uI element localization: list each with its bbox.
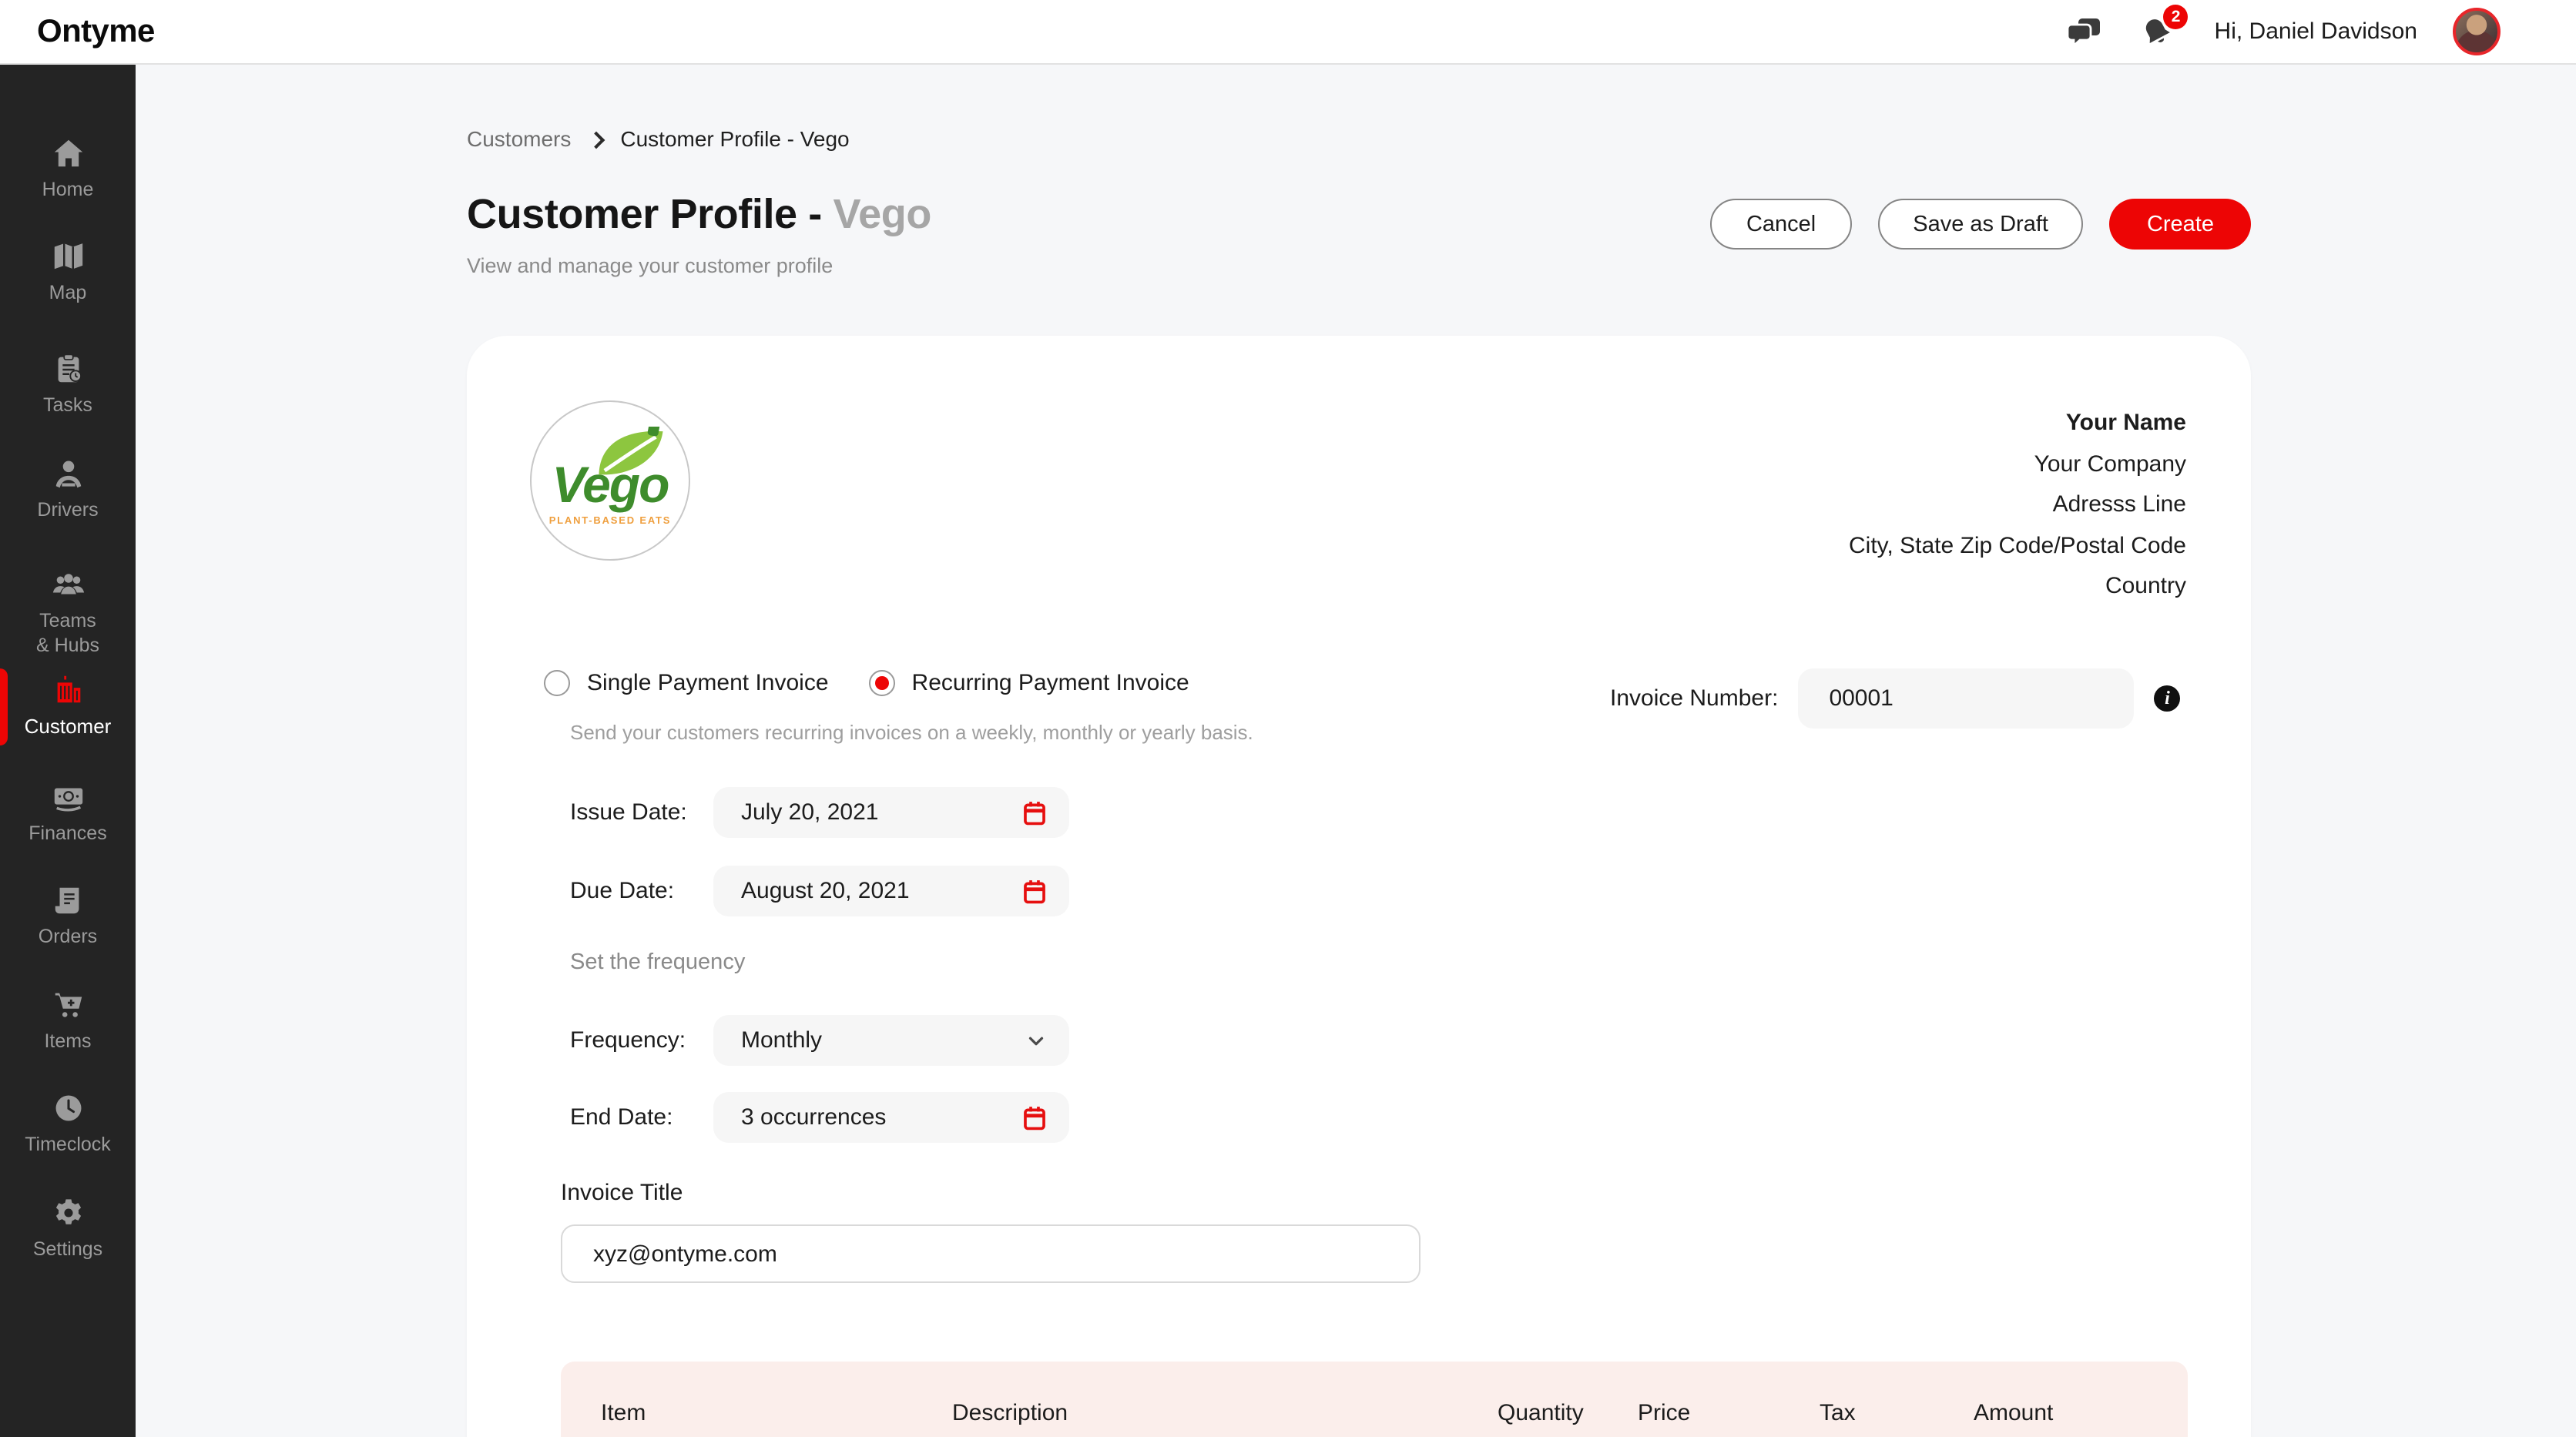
settings-icon: [50, 1195, 86, 1231]
invoice-type-options: Single Payment Invoice Recurring Payment…: [544, 670, 1189, 696]
sidebar-item-items[interactable]: Items: [0, 987, 136, 1054]
items-icon: [50, 987, 86, 1023]
calendar-icon[interactable]: [1021, 877, 1048, 905]
sidebar-item-map[interactable]: Map: [0, 239, 136, 306]
home-icon: [50, 136, 86, 171]
radio-icon-checked[interactable]: [869, 670, 895, 696]
invoice-number-label: Invoice Number:: [1610, 685, 1778, 712]
billing-city: City, State Zip Code/Postal Code: [1849, 526, 2186, 567]
tasks-icon: [50, 351, 86, 387]
billing-country: Country: [1849, 567, 2186, 608]
chat-icon[interactable]: [2067, 13, 2104, 50]
breadcrumb: Customers Customer Profile - Vego: [467, 65, 2251, 151]
items-table-header: Item Description Quantity Price Tax Amou…: [561, 1362, 2188, 1437]
sidebar-item-finances[interactable]: Finances: [0, 779, 136, 846]
finances-icon: [50, 779, 86, 815]
leaf-icon: [593, 427, 670, 479]
avatar[interactable]: [2453, 8, 2501, 55]
invoice-number-group: Invoice Number: i: [1610, 668, 2180, 729]
due-date-row: Due Date: August 20, 2021: [570, 866, 1069, 916]
sidebar-item-home[interactable]: Home: [0, 136, 136, 203]
radio-recurring-payment[interactable]: Recurring Payment Invoice: [869, 670, 1189, 696]
app-logo: Ontyme: [37, 13, 155, 50]
notifications-button[interactable]: 2: [2139, 13, 2176, 50]
action-buttons: Cancel Save as Draft Create: [1711, 199, 2251, 250]
end-date-label: End Date:: [570, 1104, 713, 1131]
radio-single-payment[interactable]: Single Payment Invoice: [544, 670, 829, 696]
frequency-row: Frequency: Monthly: [570, 1015, 1069, 1066]
radio-icon-unchecked[interactable]: [544, 670, 570, 696]
billing-company: Your Company: [1849, 444, 2186, 485]
topbar-right: 2 Hi, Daniel Davidson: [2067, 8, 2501, 55]
chevron-down-icon[interactable]: [1025, 1029, 1048, 1052]
teams-icon: [50, 567, 86, 602]
frequency-select[interactable]: Monthly: [713, 1015, 1069, 1066]
sidebar-item-orders[interactable]: Orders: [0, 883, 136, 950]
page-subtitle: View and manage your customer profile: [467, 254, 931, 277]
sidebar-item-teams-hubs[interactable]: Teams & Hubs: [0, 567, 136, 658]
issue-date-field[interactable]: July 20, 2021: [713, 787, 1069, 838]
customer-logo: Vego PLANT-BASED EATS: [530, 400, 690, 561]
sidebar: Home Map Tasks Drivers Teams & Hubs Cust…: [0, 65, 136, 1437]
frequency-label: Frequency:: [570, 1027, 713, 1053]
page-header: Customer Profile - Vego View and manage …: [467, 191, 2251, 277]
col-item: Item: [601, 1399, 952, 1425]
map-icon: [50, 239, 86, 274]
invoice-title-input[interactable]: [561, 1224, 1420, 1283]
end-date-row: End Date: 3 occurrences: [570, 1092, 1069, 1143]
page-title-customer: Vego: [834, 191, 931, 237]
page-title: Customer Profile - Vego: [467, 191, 931, 239]
timeclock-icon: [50, 1090, 86, 1126]
invoice-card: Vego PLANT-BASED EATS Your Name Your Com…: [467, 336, 2251, 1437]
cancel-button[interactable]: Cancel: [1711, 199, 1851, 250]
due-date-field[interactable]: August 20, 2021: [713, 866, 1069, 916]
billing-address: Adresss Line: [1849, 485, 2186, 526]
col-description: Description: [952, 1399, 1498, 1425]
end-date-field[interactable]: 3 occurrences: [713, 1092, 1069, 1143]
frequency-heading: Set the frequency: [570, 950, 745, 975]
col-quantity: Quantity: [1498, 1399, 1638, 1425]
sidebar-item-customer[interactable]: Customer: [0, 672, 136, 740]
sidebar-item-tasks[interactable]: Tasks: [0, 351, 136, 418]
invoice-number-input[interactable]: [1798, 668, 2134, 729]
breadcrumb-current: Customer Profile - Vego: [620, 126, 849, 151]
issue-date-row: Issue Date: July 20, 2021: [570, 787, 1069, 838]
calendar-icon[interactable]: [1021, 799, 1048, 826]
info-icon[interactable]: i: [2154, 685, 2180, 712]
main-content: Customers Customer Profile - Vego Custom…: [136, 65, 2576, 1437]
orders-icon: [50, 883, 86, 918]
customer-logo-tagline: PLANT-BASED EATS: [549, 516, 672, 527]
invoice-title-label: Invoice Title: [561, 1180, 683, 1206]
sidebar-item-drivers[interactable]: Drivers: [0, 456, 136, 523]
issue-date-label: Issue Date:: [570, 799, 713, 826]
sidebar-item-settings[interactable]: Settings: [0, 1195, 136, 1262]
due-date-label: Due Date:: [570, 878, 713, 904]
notification-badge: 2: [2164, 4, 2189, 28]
app-window: Ontyme 2 Hi, Daniel Davidson: [0, 0, 2576, 1437]
billing-name: Your Name: [1849, 404, 2186, 444]
col-tax: Tax: [1820, 1399, 1974, 1425]
save-as-draft-button[interactable]: Save as Draft: [1877, 199, 2084, 250]
user-greeting: Hi, Daniel Davidson: [2215, 18, 2417, 45]
billing-info: Your Name Your Company Adresss Line City…: [1849, 404, 2186, 608]
col-price: Price: [1638, 1399, 1820, 1425]
topbar: Ontyme 2 Hi, Daniel Davidson: [0, 0, 2576, 65]
chevron-right-icon: [587, 131, 605, 149]
sidebar-item-timeclock[interactable]: Timeclock: [0, 1090, 136, 1157]
customer-icon: [50, 672, 86, 707]
breadcrumb-customers-link[interactable]: Customers: [467, 126, 571, 151]
calendar-icon[interactable]: [1021, 1104, 1048, 1131]
drivers-icon: [50, 456, 86, 491]
recurring-helper-text: Send your customers recurring invoices o…: [570, 721, 1253, 744]
create-button[interactable]: Create: [2110, 199, 2251, 250]
col-amount: Amount: [1974, 1399, 2188, 1425]
